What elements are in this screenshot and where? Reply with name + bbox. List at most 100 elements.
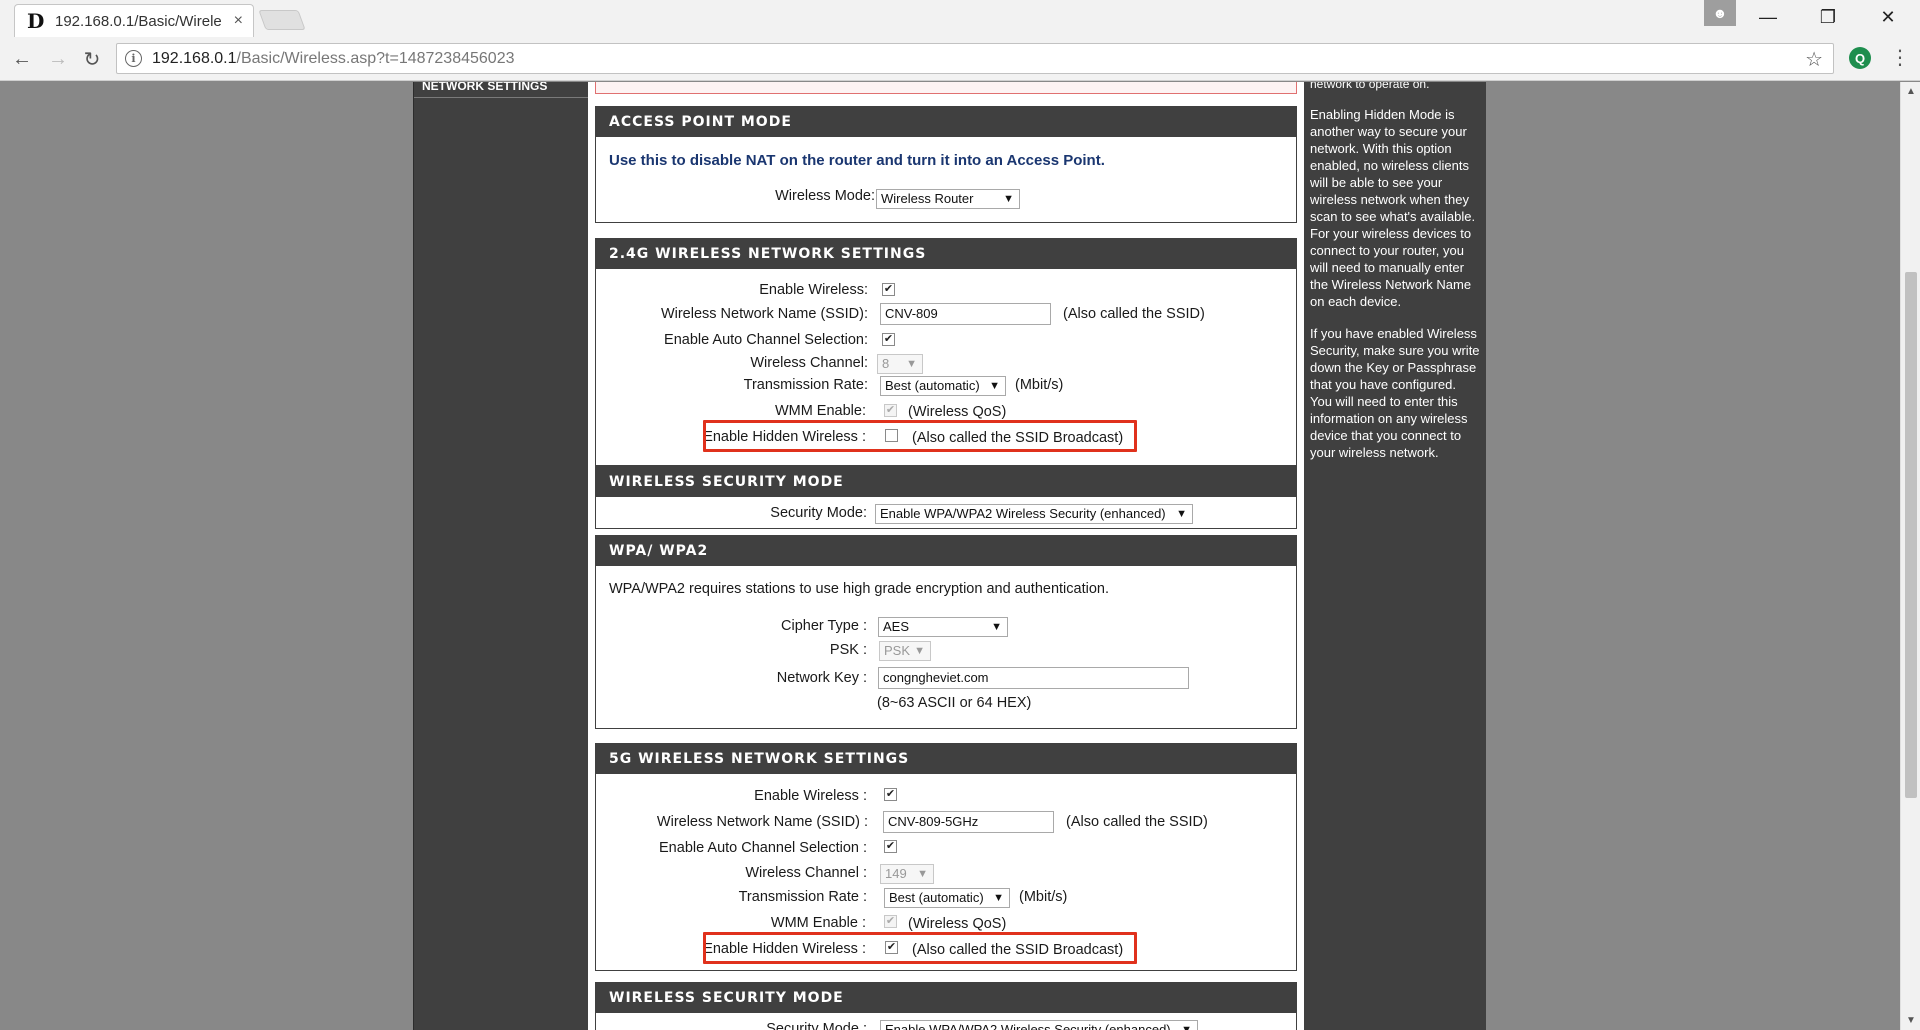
- page-scrollbar[interactable]: ▲ ▼: [1900, 82, 1920, 1030]
- forward-icon[interactable]: →: [44, 45, 72, 73]
- security-mode-5g-section: WIRELESS SECURITY MODE Security Mode : E…: [595, 982, 1297, 1030]
- url-path: /Basic/Wireless.asp?t=1487238456023: [236, 49, 515, 67]
- browser-tab-strip: D 192.168.0.1/Basic/Wirele × ☻ — ❐ ✕: [0, 0, 1920, 37]
- chevron-down-icon: ▼: [1181, 1024, 1192, 1030]
- wmm-enable-label: WMM Enable :: [770, 915, 866, 931]
- network-key-input[interactable]: congngheviet.com: [878, 667, 1189, 689]
- security-mode-select[interactable]: Enable WPA/WPA2 Wireless Security (enhan…: [880, 1020, 1198, 1030]
- browser-toolbar: ← → ↻ i 192.168.0.1/Basic/Wireless.asp?t…: [0, 37, 1920, 81]
- chevron-down-icon: ▼: [1176, 508, 1187, 520]
- scroll-down-icon[interactable]: ▼: [1906, 1015, 1916, 1026]
- auto-channel-checkbox[interactable]: [884, 840, 897, 853]
- wmm-enable-checkbox[interactable]: [884, 915, 897, 928]
- wpa-intro: WPA/WPA2 requires stations to use high g…: [609, 581, 1109, 597]
- security-mode-label: Security Mode :: [766, 1021, 867, 1030]
- psk-select[interactable]: PSK ▼: [879, 641, 931, 661]
- chevron-down-icon: ▼: [914, 645, 925, 657]
- chevron-down-icon: ▼: [989, 380, 1000, 392]
- wireless-mode-value: Wireless Router: [881, 191, 974, 206]
- scroll-up-icon[interactable]: ▲: [1906, 86, 1916, 97]
- wireless-5g-section: 5G WIRELESS NETWORK SETTINGS Enable Wire…: [595, 743, 1297, 971]
- cipher-type-value: AES: [883, 619, 910, 634]
- ssid-note: (Also called the SSID): [1066, 814, 1208, 830]
- transmission-rate-unit: (Mbit/s): [1015, 377, 1064, 393]
- wmm-enable-label: WMM Enable:: [774, 403, 866, 419]
- left-navigation: NETWORK SETTINGS: [413, 82, 588, 1030]
- ssid-input[interactable]: CNV-809-5GHz: [883, 811, 1054, 833]
- cipher-type-select[interactable]: AES ▼: [878, 617, 1008, 637]
- transmission-rate-select[interactable]: Best (automatic) ▼: [884, 888, 1010, 908]
- restore-button[interactable]: ❐: [1800, 0, 1856, 34]
- enable-wireless-label: Enable Wireless :: [754, 788, 867, 804]
- tab-title: 192.168.0.1/Basic/Wirele: [55, 12, 222, 30]
- wmm-enable-checkbox[interactable]: [884, 404, 897, 417]
- security-mode-label: Security Mode:: [770, 505, 867, 521]
- enable-wireless-label: Enable Wireless:: [759, 282, 868, 298]
- network-key-label: Network Key :: [776, 670, 867, 686]
- ssid-label: Wireless Network Name (SSID) :: [656, 814, 868, 830]
- access-point-mode-section: ACCESS POINT MODE Use this to disable NA…: [595, 106, 1297, 223]
- dlink-favicon-icon: D: [27, 9, 45, 33]
- transmission-rate-value: Best (automatic): [885, 378, 980, 393]
- wireless-channel-select[interactable]: 149 ▼: [880, 864, 934, 884]
- cipher-type-label: Cipher Type :: [781, 618, 867, 634]
- help-paragraph-security: If you have enabled Wireless Security, m…: [1310, 326, 1480, 460]
- ap-mode-intro: Use this to disable NAT on the router an…: [609, 152, 1105, 169]
- transmission-rate-select[interactable]: Best (automatic) ▼: [880, 376, 1006, 396]
- security-mode-select[interactable]: Enable WPA/WPA2 Wireless Security (enhan…: [875, 504, 1193, 524]
- section-title: WIRELESS SECURITY MODE: [596, 467, 1296, 497]
- wmm-note: (Wireless QoS): [908, 916, 1007, 932]
- bookmark-star-icon[interactable]: ☆: [1805, 47, 1823, 72]
- wireless-channel-value: 8: [882, 356, 890, 371]
- highlight-box-hidden-5g: [703, 932, 1137, 964]
- ssid-input[interactable]: CNV-809: [880, 303, 1051, 325]
- wireless-mode-select[interactable]: Wireless Router ▼: [876, 189, 1020, 209]
- scrollbar-thumb[interactable]: [1905, 272, 1917, 798]
- profile-icon[interactable]: ☻: [1704, 0, 1736, 26]
- browser-tab[interactable]: D 192.168.0.1/Basic/Wirele ×: [14, 4, 254, 37]
- network-key-note: (8~63 ASCII or 64 HEX): [877, 695, 1032, 711]
- ssid-label: Wireless Network Name (SSID):: [660, 306, 868, 322]
- auto-channel-checkbox[interactable]: [882, 333, 895, 346]
- auto-channel-label: Enable Auto Channel Selection:: [664, 332, 868, 348]
- ssid-note: (Also called the SSID): [1063, 306, 1205, 322]
- address-bar[interactable]: i 192.168.0.1/Basic/Wireless.asp?t=14872…: [116, 43, 1834, 74]
- wireless-channel-select[interactable]: 8 ▼: [877, 354, 923, 374]
- enable-wireless-checkbox[interactable]: [882, 283, 895, 296]
- previous-section-remnant: [595, 82, 1297, 94]
- auto-channel-label: Enable Auto Channel Selection :: [659, 840, 867, 856]
- new-tab-button[interactable]: [258, 10, 306, 30]
- chevron-down-icon: ▼: [917, 868, 928, 880]
- section-title: ACCESS POINT MODE: [596, 107, 1296, 137]
- minimize-button[interactable]: —: [1740, 0, 1796, 34]
- info-icon[interactable]: i: [125, 50, 142, 67]
- section-title: 2.4G WIRELESS NETWORK SETTINGS: [596, 239, 1296, 269]
- browser-menu-icon[interactable]: ⋮: [1890, 45, 1910, 70]
- section-title: 5G WIRELESS NETWORK SETTINGS: [596, 744, 1296, 774]
- tab-close-icon[interactable]: ×: [234, 12, 243, 30]
- wpa-wpa2-section: WPA/ WPA2 WPA/WPA2 requires stations to …: [595, 535, 1297, 729]
- back-icon[interactable]: ←: [8, 45, 36, 73]
- wireless-channel-label: Wireless Channel :: [745, 865, 867, 881]
- nav-item-network-settings[interactable]: NETWORK SETTINGS: [414, 82, 588, 98]
- transmission-rate-value: Best (automatic): [889, 890, 984, 905]
- chevron-down-icon: ▼: [993, 892, 1004, 904]
- section-title: WPA/ WPA2: [596, 536, 1296, 566]
- wireless-channel-value: 149: [885, 866, 907, 881]
- chevron-down-icon: ▼: [906, 358, 917, 370]
- security-mode-24g-section: WIRELESS SECURITY MODE Security Mode: En…: [595, 466, 1297, 529]
- chevron-down-icon: ▼: [991, 621, 1002, 633]
- wireless-24g-section: 2.4G WIRELESS NETWORK SETTINGS Enable Wi…: [595, 238, 1297, 466]
- wireless-mode-label: Wireless Mode:: [775, 188, 875, 204]
- transmission-rate-unit: (Mbit/s): [1019, 889, 1068, 905]
- transmission-rate-label: Transmission Rate:: [743, 377, 868, 393]
- window-close-button[interactable]: ✕: [1860, 0, 1916, 34]
- extension-icon[interactable]: Q: [1849, 47, 1871, 69]
- url-host: 192.168.0.1: [152, 49, 237, 67]
- reload-icon[interactable]: ↻: [78, 45, 106, 73]
- enable-wireless-checkbox[interactable]: [884, 788, 897, 801]
- wireless-channel-label: Wireless Channel:: [750, 355, 868, 371]
- security-mode-value: Enable WPA/WPA2 Wireless Security (enhan…: [880, 506, 1166, 521]
- security-mode-value: Enable WPA/WPA2 Wireless Security (enhan…: [885, 1022, 1171, 1030]
- psk-label: PSK :: [829, 642, 867, 658]
